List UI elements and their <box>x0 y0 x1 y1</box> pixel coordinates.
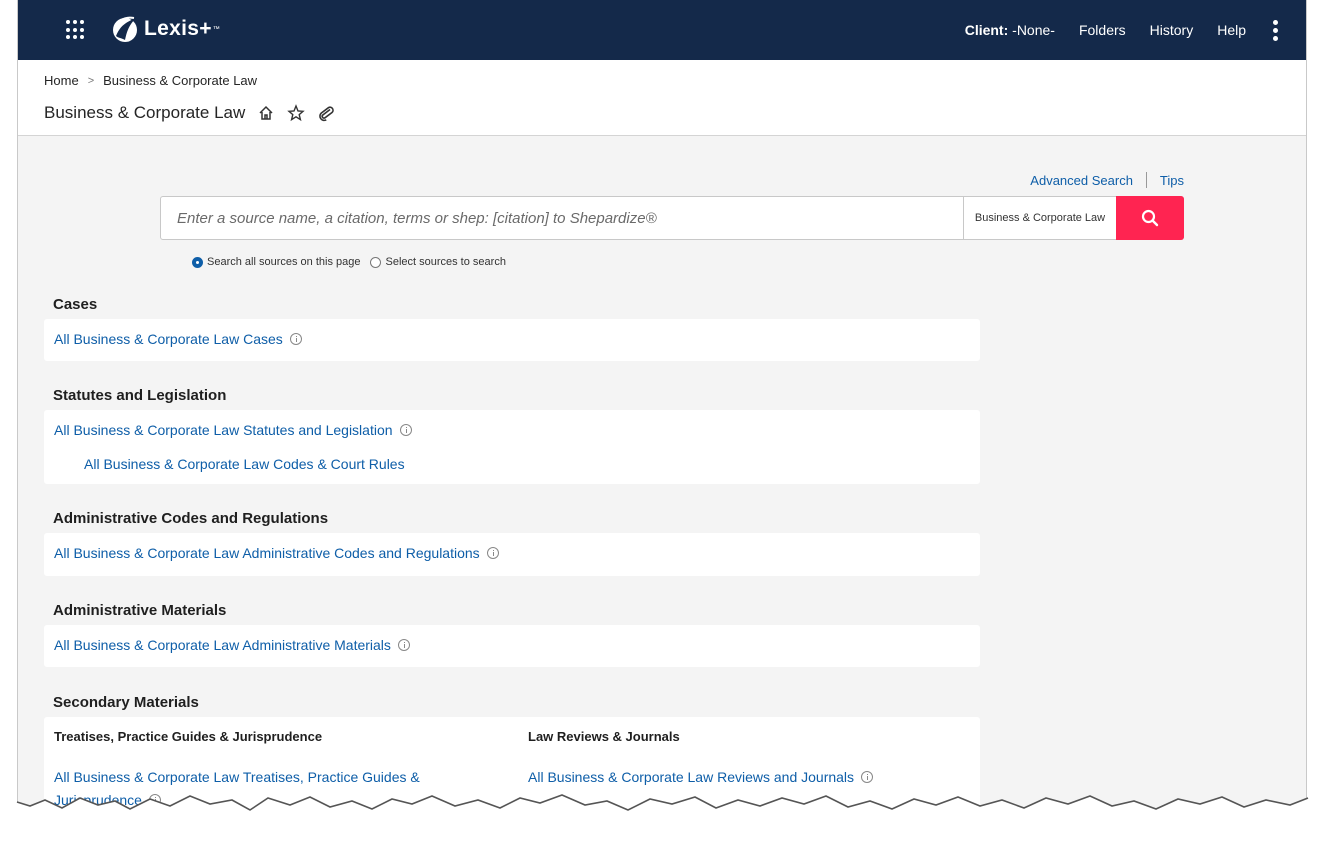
client-label: Client: <box>964 22 1009 38</box>
law-reviews-link[interactable]: All Business & Corporate Law Reviews and… <box>528 769 874 785</box>
radio-search-all-label: Search all sources on this page <box>207 256 361 268</box>
advanced-search-link[interactable]: Advanced Search <box>1030 173 1133 188</box>
info-icon[interactable] <box>397 639 410 651</box>
admin-materials-link-text: All Business & Corporate Law Administrat… <box>54 637 391 653</box>
divider <box>1145 172 1147 188</box>
breadcrumb-current: Business & Corporate Law <box>103 73 258 88</box>
radio-unselected-icon <box>370 256 382 268</box>
section-title-cases: Cases <box>53 296 98 313</box>
treatises-heading: Treatises, Practice Guides & Jurispruden… <box>54 729 323 744</box>
chevron-right-icon: > <box>87 74 95 87</box>
codes-court-rules-link[interactable]: All Business & Corporate Law Codes & Cou… <box>84 456 405 472</box>
main-content: Advanced Search Tips Business & Corporat… <box>18 136 1306 852</box>
home-icon[interactable] <box>257 104 275 122</box>
top-nav-links: Client: -None- Folders History Help <box>941 0 1278 60</box>
breadcrumb-home[interactable]: Home <box>44 73 79 88</box>
lexis-logo-icon <box>113 16 137 42</box>
app-launcher-icon[interactable] <box>66 20 86 40</box>
law-reviews-link-text: All Business & Corporate Law Reviews and… <box>528 769 855 785</box>
info-icon[interactable] <box>861 771 874 783</box>
breadcrumb: Home > Business & Corporate Law <box>44 73 257 88</box>
info-icon[interactable] <box>289 333 302 345</box>
search-icon <box>1141 209 1159 227</box>
statutes-link[interactable]: All Business & Corporate Law Statutes an… <box>54 422 412 438</box>
admin-codes-link[interactable]: All Business & Corporate Law Administrat… <box>54 545 499 561</box>
section-title-admin-codes: Administrative Codes and Regulations <box>53 510 329 527</box>
page-title-row: Business & Corporate Law <box>44 103 335 123</box>
history-link[interactable]: History <box>1150 22 1194 38</box>
admin-materials-panel: All Business & Corporate Law Administrat… <box>44 625 980 667</box>
statutes-link-text: All Business & Corporate Law Statutes an… <box>54 422 393 438</box>
paperclip-icon[interactable] <box>317 104 335 122</box>
search-bar: Business & Corporate Law <box>160 196 1184 240</box>
law-reviews-heading: Law Reviews & Journals <box>528 729 680 744</box>
star-icon[interactable] <box>287 104 306 122</box>
info-icon[interactable] <box>399 424 412 436</box>
admin-codes-panel: All Business & Corporate Law Administrat… <box>44 533 980 576</box>
section-title-secondary: Secondary Materials <box>53 694 199 711</box>
torn-edge-effect <box>0 794 1327 852</box>
treatises-link[interactable]: All Business & Corporate Law Treatises, … <box>54 769 420 785</box>
search-scope-radios: Search all sources on this page Select s… <box>192 256 516 268</box>
more-options-icon[interactable] <box>1272 19 1278 41</box>
app-window: Lexis+ ™ Client: -None- Folders History H… <box>17 0 1307 852</box>
section-title-admin-materials: Administrative Materials <box>53 602 227 619</box>
radio-select-sources[interactable]: Select sources to search <box>370 256 506 268</box>
top-navigation-bar: Lexis+ ™ Client: -None- Folders History H… <box>18 0 1306 60</box>
section-title-statutes: Statutes and Legislation <box>53 387 227 404</box>
lexis-logo[interactable]: Lexis+ ™ <box>110 13 220 45</box>
help-link[interactable]: Help <box>1217 22 1246 38</box>
radio-select-sources-label: Select sources to search <box>385 256 506 268</box>
admin-materials-link[interactable]: All Business & Corporate Law Administrat… <box>54 637 410 653</box>
page-header: Home > Business & Corporate Law Business… <box>18 60 1306 136</box>
cases-link-text: All Business & Corporate Law Cases <box>54 331 283 347</box>
admin-codes-link-text: All Business & Corporate Law Administrat… <box>54 545 480 561</box>
radio-search-all[interactable]: Search all sources on this page <box>192 256 360 268</box>
radio-selected-icon <box>192 256 203 268</box>
client-selector[interactable]: Client: -None- <box>965 22 1055 38</box>
search-links: Advanced Search Tips <box>1030 172 1184 188</box>
search-scope-selector[interactable]: Business & Corporate Law <box>963 197 1116 239</box>
page-title: Business & Corporate Law <box>44 103 246 122</box>
folders-link[interactable]: Folders <box>1079 22 1126 38</box>
search-input[interactable] <box>161 197 963 239</box>
tips-link[interactable]: Tips <box>1160 173 1184 188</box>
search-button[interactable] <box>1116 196 1184 240</box>
cases-panel: All Business & Corporate Law Cases <box>44 319 980 361</box>
info-icon[interactable] <box>486 547 499 559</box>
cases-link[interactable]: All Business & Corporate Law Cases <box>54 331 302 347</box>
brand-name: Lexis+ <box>144 17 212 40</box>
client-value: -None- <box>1012 22 1055 38</box>
statutes-panel: All Business & Corporate Law Statutes an… <box>44 410 980 484</box>
brand-trademark: ™ <box>212 25 220 33</box>
